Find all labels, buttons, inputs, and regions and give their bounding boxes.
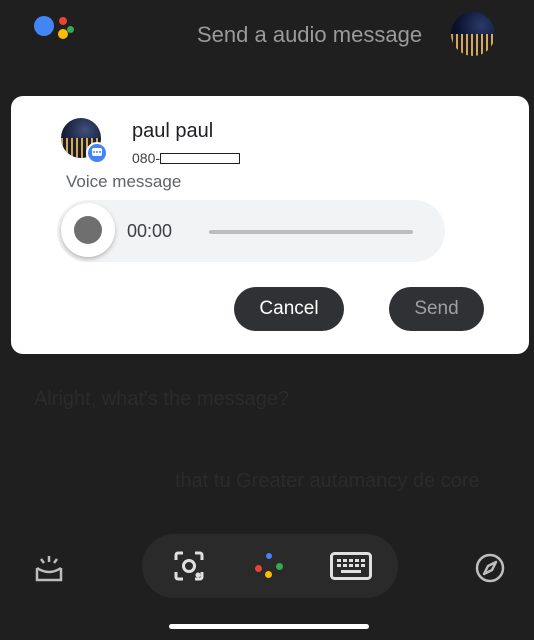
lens-icon[interactable] [174,551,204,581]
home-indicator[interactable] [169,624,369,629]
keyboard-icon[interactable] [330,552,372,580]
assistant-action-bar [142,534,398,598]
assistant-icon[interactable] [251,551,285,581]
contact-number: 080- [132,150,241,166]
assistant-logo-icon [34,14,78,54]
record-timer: 00:00 [127,221,173,241]
assistant-question-text: Alright, what's the message? [34,388,290,410]
record-button[interactable] [61,203,115,257]
messages-icon [86,142,108,164]
contact-number-prefix: 080- [132,150,161,166]
voice-recorder: 00:00 [57,200,445,262]
user-speech-text: that tu Greater autamancy de core [175,470,480,492]
compass-icon[interactable] [474,552,506,584]
redacted-number [160,152,241,164]
tray-icon[interactable] [34,554,64,584]
send-button[interactable]: Send [389,287,484,331]
cancel-button[interactable]: Cancel [234,287,344,331]
audio-message-card: paul paul 080- Voice message 00:00 Cance… [11,96,529,354]
voice-message-label: Voice message [66,172,182,191]
user-avatar[interactable] [451,12,495,56]
assistant-prompt: Send a audio message [197,22,423,47]
contact-name: paul paul [132,120,214,142]
audio-progress-track[interactable] [209,230,413,234]
